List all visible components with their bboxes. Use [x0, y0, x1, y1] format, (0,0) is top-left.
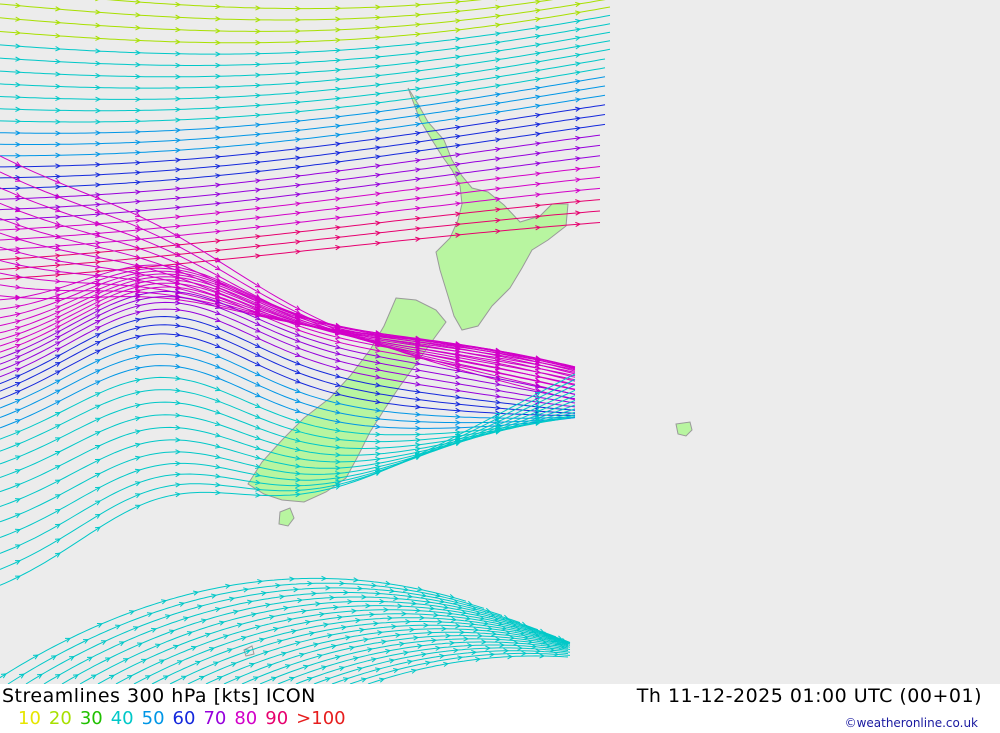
streamline-arrow: [95, 0, 99, 2]
streamline: [0, 58, 606, 112]
legend-item: 40: [110, 708, 134, 729]
streamline: [0, 324, 576, 414]
speed-legend: 10 20 30 40 50 60 70 80 90 >100: [18, 708, 354, 729]
legend-item: 30: [79, 708, 103, 729]
legend-item: 70: [203, 708, 227, 729]
streamline: [0, 85, 606, 145]
streamline: [0, 155, 601, 221]
streamline: [0, 76, 606, 134]
legend-item: >100: [296, 708, 346, 729]
streamline-map[interactable]: [0, 0, 1000, 684]
streamline: [169, 621, 571, 684]
map-canvas: [0, 0, 693, 684]
forecast-datetime: Th 11-12-2025 01:00 UTC (00+01): [636, 685, 982, 707]
map-title: Streamlines 300 hPa [kts] ICON: [2, 685, 316, 707]
streamline: [0, 308, 576, 408]
footer-bar: Streamlines 300 hPa [kts] ICON Th 11-12-…: [0, 684, 1000, 733]
north-island: [407, 87, 569, 331]
streamline: [0, 23, 611, 66]
credit-link[interactable]: ©weatheronline.co.uk: [845, 716, 978, 730]
legend-item: 80: [234, 708, 258, 729]
streamline: [106, 0, 483, 10]
stewart-island: [278, 507, 295, 527]
chatham-island: [675, 421, 693, 437]
streamline: [43, 592, 521, 684]
streamline-arrows-layer: [0, 0, 582, 683]
legend-item: 50: [141, 708, 165, 729]
legend-item: 60: [172, 708, 196, 729]
legend-item: 20: [48, 708, 72, 729]
streamline: [61, 596, 539, 684]
streamline: [0, 114, 606, 179]
legend-item: 90: [265, 708, 289, 729]
legend-item: 10: [18, 708, 41, 729]
streamline: [0, 0, 554, 21]
